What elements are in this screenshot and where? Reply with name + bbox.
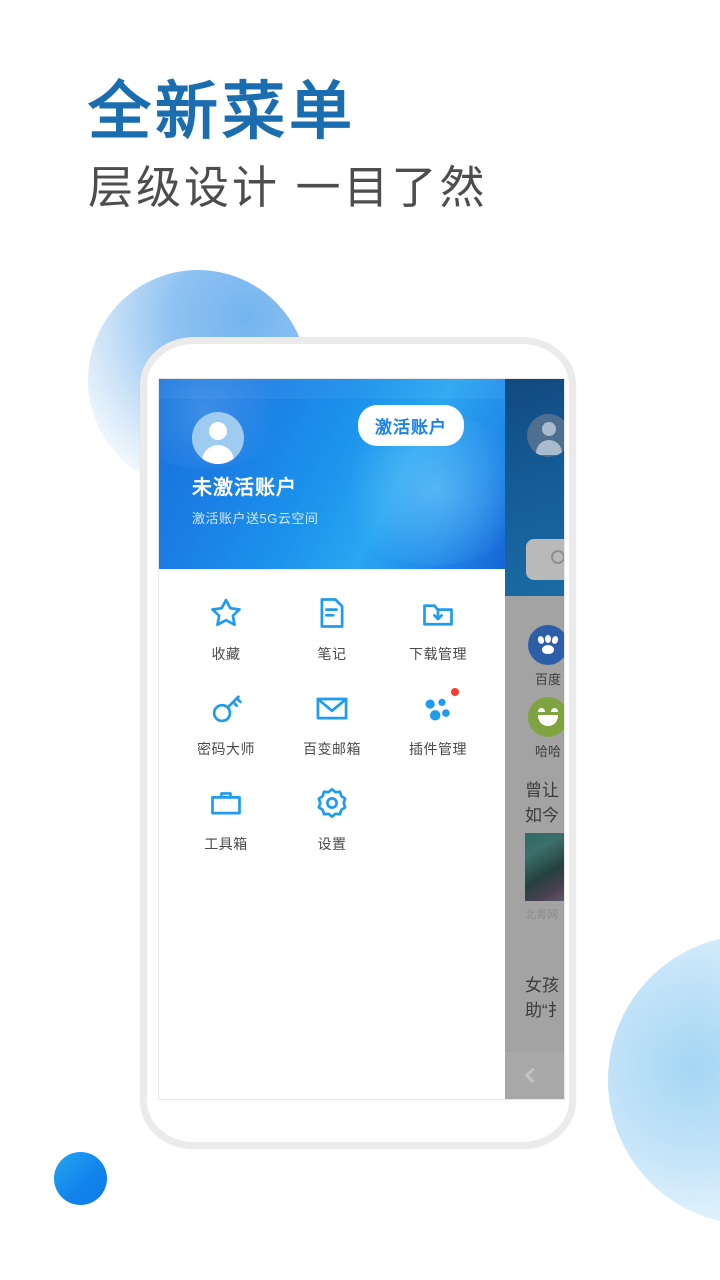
plugin-icon	[420, 688, 459, 726]
menu-item-label: 收藏	[211, 646, 241, 662]
background-shortcut-haha[interactable]: 哈哈	[525, 697, 564, 760]
menu-item-label: 密码大师	[197, 741, 255, 757]
background-search-input[interactable]	[526, 539, 564, 580]
phone-mockup: 百度 哈哈 曾让 如今 北青网 女孩 助“扌 未激活账户 激活账户送5G云空间 …	[140, 337, 576, 1149]
background-shortcut-label: 哈哈	[534, 744, 561, 759]
page-title: 全新菜单	[88, 77, 356, 147]
menu-item-favorites[interactable]: 收藏	[173, 595, 279, 664]
menu-item-label: 工具箱	[204, 836, 248, 852]
star-icon	[208, 595, 244, 631]
background-header	[503, 379, 564, 596]
envelope-icon	[314, 690, 350, 726]
background-avatar	[527, 414, 564, 457]
background-shortcut-label: 百度	[534, 672, 561, 687]
news-headline-line: 助“扌	[525, 1000, 564, 1020]
menu-item-label: 设置	[317, 836, 347, 852]
menu-item-label: 插件管理	[409, 741, 467, 757]
activate-account-button[interactable]: 激活账户	[358, 405, 464, 446]
chevron-left-icon[interactable]	[524, 1067, 541, 1084]
background-shortcut-baidu[interactable]: 百度	[525, 625, 564, 688]
status-bar	[159, 379, 505, 399]
menu-item-mailbox[interactable]: 百变邮箱	[279, 690, 385, 759]
decorative-dot	[54, 1152, 107, 1205]
note-icon	[314, 595, 350, 631]
page-subtitle: 层级设计 一目了然	[88, 162, 488, 214]
account-name: 未激活账户	[192, 477, 297, 499]
promo-text-block: 全新菜单 层级设计 一目了然	[88, 78, 648, 216]
gear-icon	[314, 785, 350, 821]
status-badge	[451, 688, 459, 696]
key-icon	[208, 690, 244, 726]
news-headline-line: 女孩	[525, 976, 559, 995]
menu-item-label: 下载管理	[409, 646, 467, 662]
news-headline-line: 曾让	[525, 781, 559, 800]
background-bottom-toolbar[interactable]	[503, 1052, 564, 1099]
menu-item-toolbox[interactable]: 工具箱	[173, 785, 279, 854]
phone-screen: 百度 哈哈 曾让 如今 北青网 女孩 助“扌 未激活账户 激活账户送5G云空间 …	[158, 378, 565, 1100]
avatar[interactable]	[192, 412, 244, 464]
background-news-item[interactable]: 女孩 助“扌	[525, 974, 564, 1023]
menu-panel: 未激活账户 激活账户送5G云空间 激活账户 收藏 笔记 下载管理 密码大师 百变…	[159, 379, 505, 1099]
menu-item-label: 百变邮箱	[303, 741, 361, 757]
account-subtitle: 激活账户送5G云空间	[192, 511, 319, 526]
decorative-blob-bottom-right	[608, 935, 720, 1225]
menu-item-downloads[interactable]: 下载管理	[385, 595, 491, 664]
news-source: 北青网	[525, 909, 558, 922]
menu-item-notes[interactable]: 笔记	[279, 595, 385, 664]
news-thumbnail	[525, 833, 564, 902]
search-icon	[551, 550, 564, 564]
download-folder-icon	[420, 595, 456, 631]
menu-grid: 收藏 笔记 下载管理 密码大师 百变邮箱 插件管理 工具箱 设置	[159, 569, 505, 854]
news-headline-line: 如今	[525, 805, 559, 825]
menu-item-plugins[interactable]: 插件管理	[385, 688, 491, 759]
account-header: 未激活账户 激活账户送5G云空间 激活账户	[159, 379, 505, 569]
background-home-layer[interactable]: 百度 哈哈 曾让 如今 北青网 女孩 助“扌	[503, 379, 564, 1099]
toolbox-icon	[208, 785, 244, 821]
menu-item-password-master[interactable]: 密码大师	[173, 690, 279, 759]
background-news-item[interactable]: 曾让 如今 北青网	[525, 779, 564, 922]
baidu-paw-icon	[528, 625, 564, 665]
menu-item-label: 笔记	[317, 646, 347, 662]
smiley-icon	[528, 697, 564, 737]
menu-item-settings[interactable]: 设置	[279, 785, 385, 854]
